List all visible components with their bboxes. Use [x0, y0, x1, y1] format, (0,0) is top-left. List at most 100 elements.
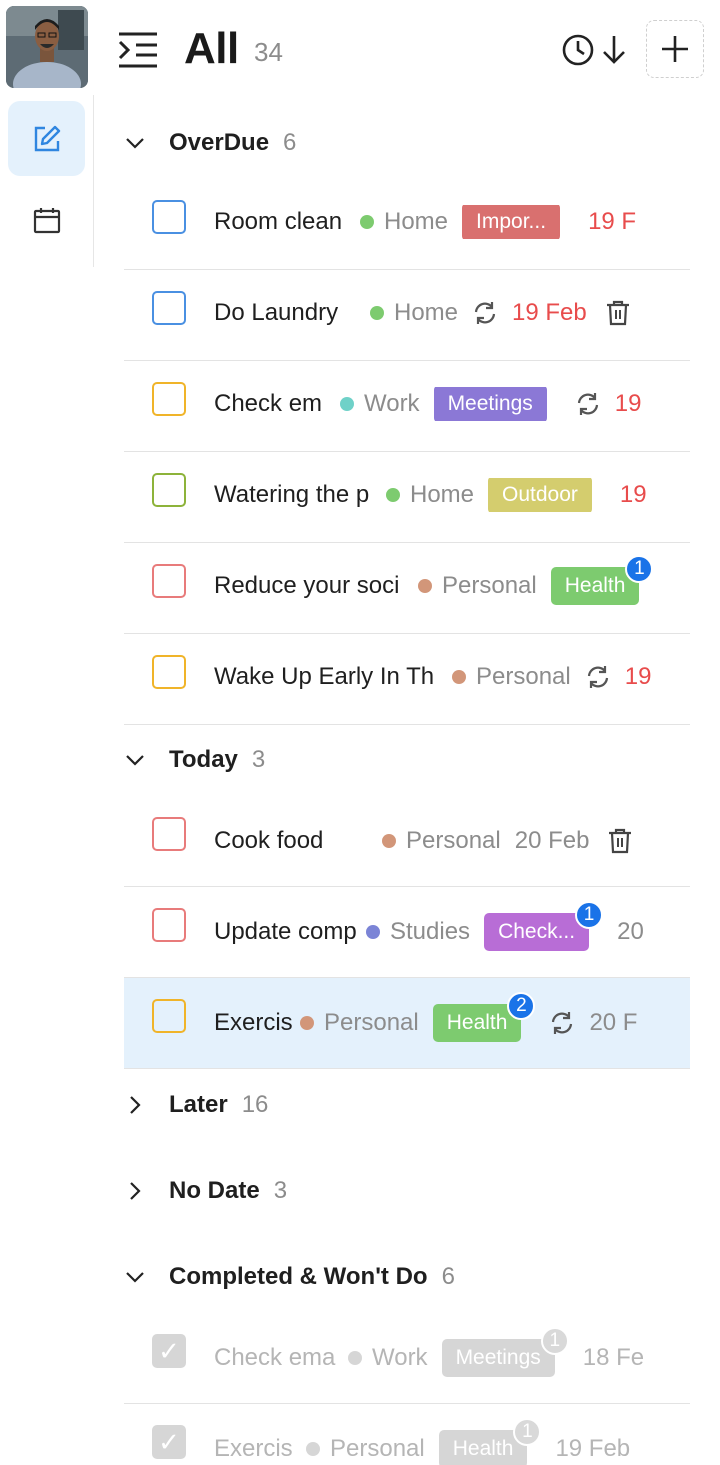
tag-chip[interactable]: Health 1: [550, 555, 654, 605]
tag-label: Health: [452, 1437, 514, 1460]
tag-count-badge: 1: [625, 555, 654, 583]
task-checkbox[interactable]: [152, 999, 186, 1033]
tag-label: Check...: [498, 920, 576, 943]
task-row[interactable]: Watering the p Home Outdoor 19: [124, 452, 690, 543]
tag-chip[interactable]: Check... 1: [484, 901, 604, 951]
task-title: Watering the p: [214, 481, 370, 508]
trash-icon[interactable]: [607, 828, 633, 854]
task-checkbox[interactable]: [152, 655, 186, 689]
repeat-icon: [472, 300, 498, 326]
list-name: Home: [384, 208, 449, 235]
section-completed[interactable]: Completed & Won't Do 6: [124, 1257, 690, 1297]
avatar[interactable]: [6, 6, 88, 88]
task-title: Check em: [214, 390, 323, 417]
tasks-nav-button[interactable]: [8, 101, 85, 176]
list-color-dot: [300, 1016, 314, 1030]
task-checkbox[interactable]: [152, 908, 186, 942]
section-today[interactable]: Today 3: [124, 740, 690, 780]
section-count: 6: [441, 1263, 455, 1290]
task-checkbox[interactable]: [152, 817, 186, 851]
task-title: Cook food: [214, 827, 324, 854]
section-later[interactable]: Later 16: [124, 1085, 690, 1125]
tag-label: Health: [446, 1011, 508, 1034]
task-row[interactable]: Room clean Home Impor... 19 F: [124, 179, 690, 270]
task-row[interactable]: Cook food Personal 20 Feb: [124, 796, 690, 887]
checked-checkbox[interactable]: ✓: [152, 1334, 186, 1368]
tag-count-badge: 1: [575, 901, 604, 929]
repeat-icon: [575, 391, 601, 417]
chevron-right-icon: [124, 1180, 146, 1202]
task-row[interactable]: Reduce your soci Personal Health 1: [124, 543, 690, 634]
trash-icon[interactable]: [605, 300, 631, 326]
tag-label: Meetings: [455, 1346, 541, 1369]
repeat-icon: [585, 664, 611, 690]
list-name: Personal: [324, 1009, 419, 1036]
due-date: 19: [624, 663, 652, 690]
task-checkbox[interactable]: [152, 200, 186, 234]
edit-icon: [34, 125, 60, 151]
indent-menu-icon: [118, 32, 157, 68]
task-checkbox[interactable]: [152, 382, 186, 416]
plus-icon: [662, 36, 688, 62]
list-name: Home: [394, 299, 459, 326]
task-title: Check ema: [214, 1344, 336, 1371]
due-date: 19: [614, 390, 642, 417]
chevron-down-icon: [124, 1266, 146, 1288]
tag-label: Outdoor: [502, 483, 578, 506]
due-date: 19 F: [588, 208, 637, 235]
tag-chip[interactable]: Meetings 1: [441, 1327, 569, 1377]
section-count: 3: [251, 746, 266, 773]
tag-label: Meetings: [447, 392, 533, 415]
checkmark-icon: ✓: [158, 1335, 180, 1366]
tag-chip[interactable]: Health 2: [432, 992, 536, 1042]
list-name: Studies: [390, 918, 471, 945]
section-title: Today: [169, 746, 238, 773]
task-row-selected[interactable]: Exercis Personal Health 2 20 F: [124, 978, 690, 1069]
tag-count-badge: 1: [513, 1418, 542, 1446]
checkmark-icon: ✓: [158, 1426, 180, 1457]
task-checkbox[interactable]: [152, 564, 186, 598]
section-no-date[interactable]: No Date 3: [124, 1171, 690, 1211]
list-name: Personal: [330, 1435, 425, 1462]
sort-button[interactable]: [560, 32, 630, 68]
due-date: 20 Feb: [514, 827, 590, 854]
task-checkbox[interactable]: [152, 291, 186, 325]
task-row-completed[interactable]: ✓ Check ema Work Meetings 1 18 Fe: [124, 1313, 690, 1404]
task-row[interactable]: Do Laundry Home 19 Feb: [124, 270, 690, 361]
checked-checkbox[interactable]: ✓: [152, 1425, 186, 1459]
list-name: Home: [410, 481, 475, 508]
tag-chip[interactable]: Impor...: [462, 205, 561, 239]
list-name: Personal: [476, 663, 571, 690]
menu-toggle-button[interactable]: [116, 28, 160, 72]
task-row[interactable]: Wake Up Early In Th Personal 19: [124, 634, 690, 725]
calendar-nav-button[interactable]: [8, 182, 85, 257]
section-count: 16: [241, 1091, 269, 1118]
list-color-dot: [418, 579, 432, 593]
list-color-dot: [452, 670, 466, 684]
left-rail: [0, 0, 94, 1465]
section-overdue[interactable]: OverDue 6: [124, 123, 690, 163]
chevron-down-icon: [124, 132, 146, 154]
tag-chip[interactable]: Meetings: [433, 387, 547, 421]
page-title: All: [184, 24, 239, 73]
tag-chip[interactable]: Health 1: [438, 1418, 542, 1465]
task-row-completed[interactable]: ✓ Exercis Personal Health 1 19 Feb: [124, 1404, 690, 1465]
list-color-dot: [386, 488, 400, 502]
list-name: Work: [364, 390, 420, 417]
tag-count-badge: 1: [540, 1327, 569, 1355]
header: All 34: [94, 0, 720, 100]
list-color-dot: [360, 215, 374, 229]
add-task-button[interactable]: [646, 20, 704, 78]
tag-count-badge: 2: [507, 992, 536, 1020]
due-date: 19 Feb: [555, 1435, 631, 1462]
task-title: Update comp: [214, 918, 357, 945]
task-row[interactable]: Update comp Studies Check... 1 20: [124, 887, 690, 978]
tag-chip[interactable]: Outdoor: [488, 478, 592, 512]
task-checkbox[interactable]: [152, 473, 186, 507]
due-date: 19: [619, 481, 647, 508]
chevron-down-icon: [124, 749, 146, 771]
list-name: Personal: [442, 572, 537, 599]
task-row[interactable]: Check em Work Meetings 19: [124, 361, 690, 452]
tag-label: Impor...: [476, 210, 547, 233]
section-title: OverDue: [169, 129, 270, 156]
